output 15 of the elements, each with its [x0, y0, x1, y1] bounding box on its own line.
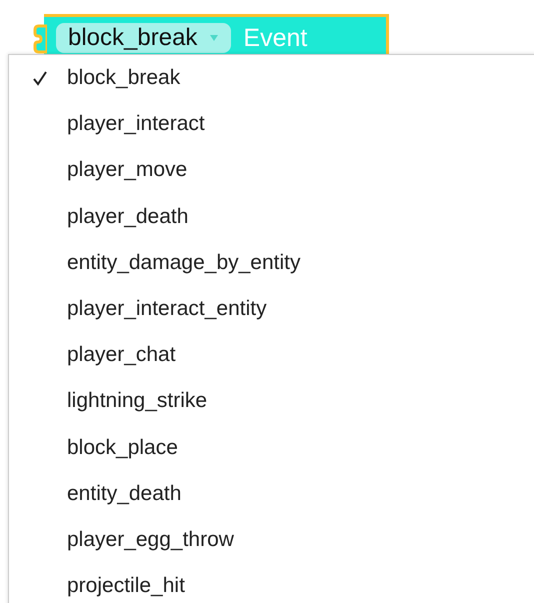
menu-item[interactable]: player_chat — [9, 332, 534, 378]
block-connector-icon — [33, 24, 47, 54]
menu-item[interactable]: block_place — [9, 424, 534, 471]
menu-item[interactable]: lightning_strike — [9, 378, 534, 424]
dropdown-arrow-icon — [209, 34, 220, 42]
menu-item[interactable]: entity_damage_by_entity — [9, 240, 534, 286]
menu-item[interactable]: player_interact — [9, 101, 534, 148]
menu-item[interactable]: projectile_hit — [9, 563, 534, 603]
menu-item[interactable]: player_interact_entity — [9, 286, 534, 332]
menu-item[interactable]: player_egg_throw — [9, 516, 534, 564]
menu-item[interactable]: entity_death — [9, 470, 534, 517]
block-label: Event — [243, 24, 308, 52]
menu-item[interactable]: player_death — [9, 194, 534, 240]
menu-item[interactable]: player_move — [9, 147, 534, 194]
event-dropdown[interactable]: block_break — [56, 23, 232, 53]
